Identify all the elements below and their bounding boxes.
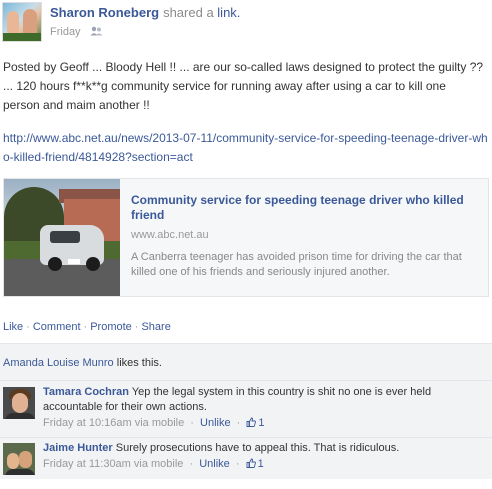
story-action-text: shared a <box>163 5 214 20</box>
likes-suffix: likes this. <box>116 357 162 369</box>
comment-body: Tamara Cochran Yep the legal system in t… <box>43 385 487 431</box>
link-domain: www.abc.net.au <box>131 229 209 241</box>
share-action[interactable]: Share <box>141 321 170 333</box>
unlike-link[interactable]: Unlike <box>200 417 231 429</box>
link-thumbnail[interactable] <box>4 179 120 296</box>
action-separator: · <box>26 321 30 333</box>
comment-divider <box>0 437 492 438</box>
story-actions: Like · Comment · Promote · Share <box>3 321 171 333</box>
commenter-avatar[interactable] <box>3 387 35 419</box>
comment-meta: Friday at 10:16am via mobile · Unlike · … <box>43 417 265 429</box>
comment-body: Jaime Hunter Surely prosecutions have to… <box>43 441 487 472</box>
author-name-link[interactable]: Sharon Roneberg <box>50 5 159 20</box>
commenter-name-link[interactable]: Tamara Cochran <box>43 386 129 398</box>
story-author-line: Sharon Roneberg shared a link. <box>50 5 240 20</box>
ufi-divider <box>0 380 492 381</box>
like-count-value: 1 <box>258 417 265 429</box>
unlike-link[interactable]: Unlike <box>199 458 230 470</box>
comment-timestamp[interactable]: Friday at 10:16am via mobile <box>43 417 184 429</box>
likes-sentence: Amanda Louise Munro likes this. <box>3 357 162 369</box>
comment-like-count[interactable]: 1 <box>246 458 264 470</box>
comment-timestamp[interactable]: Friday at 11:30am via mobile <box>43 458 183 470</box>
promote-action[interactable]: Promote <box>90 321 132 333</box>
link-description: A Canberra teenager has avoided prison t… <box>131 251 462 278</box>
action-separator: · <box>83 321 88 333</box>
comment-action[interactable]: Comment <box>33 321 81 333</box>
author-avatar[interactable] <box>2 2 42 42</box>
link-title[interactable]: Community service for speeding teenage d… <box>131 193 481 223</box>
commenter-avatar[interactable] <box>3 443 35 475</box>
comment-item: Tamara Cochran Yep the legal system in t… <box>3 385 489 433</box>
story-header: Sharon Roneberg shared a link. Friday <box>2 2 482 46</box>
post-url-link[interactable]: http://www.abc.net.au/news/2013-07-11/co… <box>3 129 489 167</box>
liker-name-link[interactable]: Amanda Louise Munro <box>3 357 114 369</box>
post-message: Posted by Geoff ... Bloody Hell !! ... a… <box>3 60 484 112</box>
like-count-value: 1 <box>257 458 264 470</box>
feed-story: Sharon Roneberg shared a link. Friday Pos… <box>0 0 492 479</box>
comment-like-count[interactable]: 1 <box>246 417 265 429</box>
shared-link-link[interactable]: link. <box>217 5 240 20</box>
link-card-body: Community service for speeding teenage d… <box>131 193 481 241</box>
link-share-card[interactable]: Community service for speeding teenage d… <box>3 178 489 297</box>
ufi-divider <box>0 343 492 344</box>
comment-item: Jaime Hunter Surely prosecutions have to… <box>3 441 489 489</box>
friends-icon[interactable] <box>90 26 103 36</box>
story-timestamp[interactable]: Friday <box>50 26 81 38</box>
like-action[interactable]: Like <box>3 321 23 333</box>
comment-text: Surely prosecutions have to appeal this.… <box>115 442 400 454</box>
action-separator: · <box>134 321 139 333</box>
story-meta: Friday <box>50 25 103 38</box>
feedback-section: Amanda Louise Munro likes this. Tamara C… <box>0 343 492 479</box>
comment-meta: Friday at 11:30am via mobile · Unlike · … <box>43 458 264 470</box>
commenter-name-link[interactable]: Jaime Hunter <box>43 442 113 454</box>
thumbs-up-icon <box>246 458 256 468</box>
thumbs-up-icon <box>246 417 257 427</box>
